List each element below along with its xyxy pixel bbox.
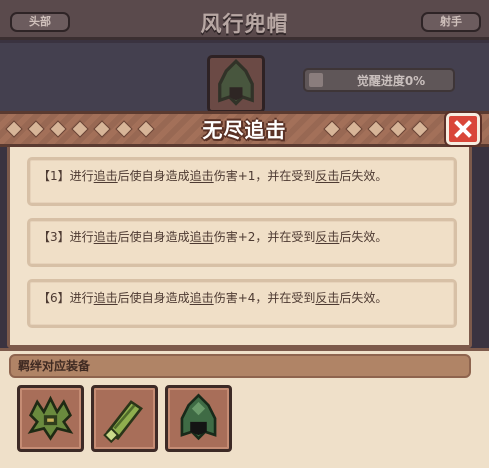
effect-text-3: 【6】进行追击后使自身造成追击伤害+4，并在受到反击后失效。	[38, 291, 388, 305]
keyword-link[interactable]: 反击	[315, 291, 339, 305]
plus-icon	[309, 73, 323, 87]
bond-item-1[interactable]	[17, 385, 84, 452]
close-icon	[454, 120, 472, 138]
awaken-progress-label: 觉醒进度0%	[356, 74, 426, 88]
leaf-crown-icon	[27, 395, 74, 441]
leaf-scroll-icon	[103, 400, 143, 444]
hood-icon	[180, 393, 217, 441]
keyword-link[interactable]: 反击	[315, 230, 339, 244]
keyword-link[interactable]: 追击	[94, 291, 118, 305]
keyword-link[interactable]: 追击	[94, 230, 118, 244]
effect-text-1: 【1】进行追击后使自身造成追击伤害+1，并在受到反击后失效。	[38, 169, 388, 183]
effect-row-3: 【6】进行追击后使自身造成追击伤害+4，并在受到反击后失效。	[27, 279, 457, 328]
bond-item-3[interactable]	[165, 385, 232, 452]
keyword-link[interactable]: 追击	[190, 230, 214, 244]
effect-row-2: 【3】进行追击后使自身造成追击伤害+2，并在受到反击后失效。	[27, 218, 457, 267]
close-button[interactable]	[446, 113, 480, 145]
hood-icon	[218, 58, 254, 106]
bond-item-2[interactable]	[91, 385, 158, 452]
tab-archer[interactable]: 射手	[421, 12, 481, 32]
bond-label: 羁绊对应装备	[18, 359, 91, 373]
keyword-link[interactable]: 追击	[94, 169, 118, 183]
keyword-link[interactable]: 追击	[190, 169, 214, 183]
keyword-link[interactable]: 反击	[315, 169, 339, 183]
equipment-title: 风行兜帽	[200, 12, 289, 36]
popup-title: 无尽追击	[202, 118, 287, 142]
keyword-link[interactable]: 追击	[190, 291, 214, 305]
effect-row-1: 【1】进行追击后使自身造成追击伤害+1，并在受到反击后失效。	[27, 157, 457, 206]
equipment-slot	[207, 55, 265, 113]
awaken-progress: 觉醒进度0%	[303, 68, 455, 92]
effect-text-2: 【3】进行追击后使自身造成追击伤害+2，并在受到反击后失效。	[38, 230, 388, 244]
